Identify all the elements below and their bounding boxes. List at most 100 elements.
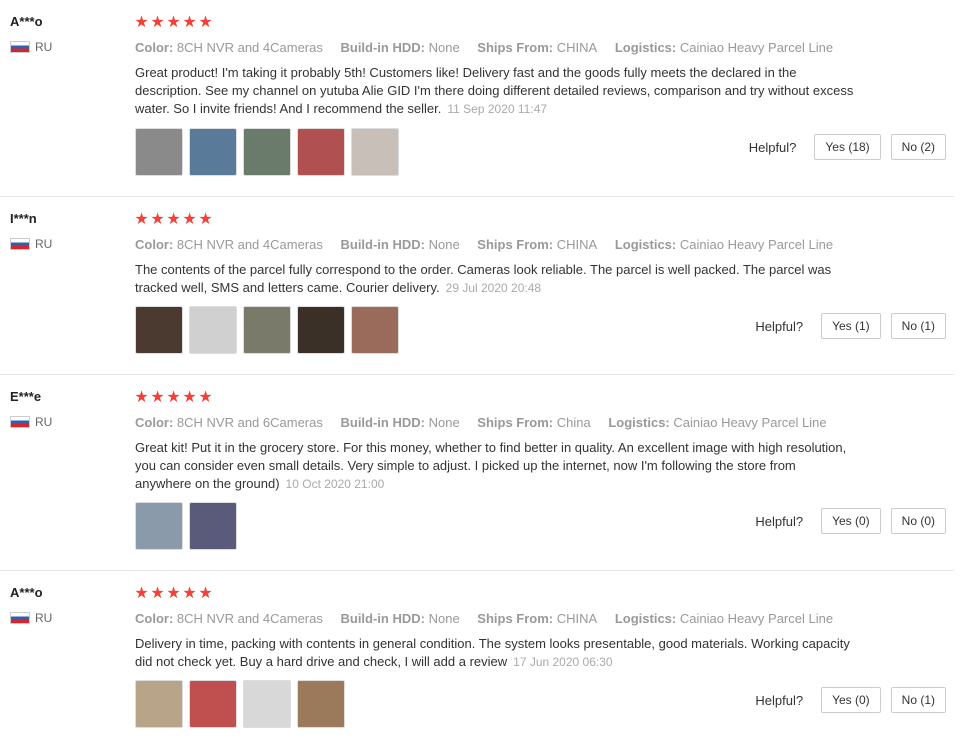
- star-icon: ★: [182, 14, 198, 31]
- helpful-no-button[interactable]: No (2): [890, 134, 946, 160]
- helpful-yes-button[interactable]: Yes (0): [821, 508, 881, 534]
- reviewer-name: A***o: [10, 14, 43, 29]
- review-body: Great kit! Put it in the grocery store. …: [135, 440, 847, 491]
- helpful-label: Helpful?: [755, 692, 804, 708]
- review-photo-thumbnail[interactable]: [243, 306, 291, 354]
- helpful-no-button[interactable]: No (1): [890, 313, 946, 339]
- star-icon: ★: [198, 14, 214, 31]
- reviewer-country: RU: [10, 237, 52, 251]
- star-icon: ★: [134, 585, 150, 602]
- star-icon: ★: [166, 585, 182, 602]
- star-icon: ★: [150, 211, 166, 228]
- review-photo-thumbnail[interactable]: [297, 306, 345, 354]
- country-code: RU: [35, 611, 53, 625]
- review-item: I***n RU ★ ★ ★ ★ ★ Color: 8CH NVR and 4C…: [0, 197, 954, 375]
- reviewer-name: E***e: [10, 389, 42, 404]
- attr-label: Ships From:: [477, 40, 554, 55]
- star-icon: ★: [198, 389, 214, 406]
- review-photo-thumbnail[interactable]: [297, 680, 345, 728]
- review-text: Great kit! Put it in the grocery store. …: [135, 439, 855, 493]
- attr-value: None: [428, 415, 460, 430]
- attr-label: Logistics:: [614, 237, 677, 252]
- attr-label: Color:: [135, 40, 174, 55]
- helpful-vote: Helpful? Yes (0) No (1): [755, 687, 946, 713]
- attr-label: Build-in HDD:: [340, 40, 425, 55]
- star-icon: ★: [182, 585, 198, 602]
- product-attributes: Color: 8CH NVR and 4Cameras Build-in HDD…: [135, 611, 847, 626]
- attr-label: Build-in HDD:: [340, 611, 425, 626]
- review-photo-thumbnail[interactable]: [189, 128, 237, 176]
- review-photos: [135, 502, 237, 550]
- review-photo-thumbnail[interactable]: [135, 680, 183, 728]
- product-attributes: Color: 8CH NVR and 4Cameras Build-in HDD…: [135, 237, 847, 252]
- star-icon: ★: [150, 389, 166, 406]
- attr-label: Color:: [135, 611, 174, 626]
- star-icon: ★: [166, 211, 182, 228]
- helpful-vote: Helpful? Yes (1) No (1): [755, 313, 946, 339]
- review-photo-thumbnail[interactable]: [243, 128, 291, 176]
- star-icon: ★: [134, 14, 150, 31]
- star-rating: ★ ★ ★ ★ ★: [134, 209, 214, 229]
- reviewer-country: RU: [10, 40, 52, 54]
- review-photo-thumbnail[interactable]: [243, 680, 291, 728]
- star-icon: ★: [150, 585, 166, 602]
- reviewer-country: RU: [10, 611, 52, 625]
- country-code: RU: [35, 237, 53, 251]
- helpful-vote: Helpful? Yes (0) No (0): [755, 508, 946, 534]
- attr-label: Logistics:: [614, 40, 677, 55]
- review-photo-thumbnail[interactable]: [351, 306, 399, 354]
- review-date: 29 Jul 2020 20:48: [445, 281, 542, 295]
- attr-value: CHINA: [556, 611, 598, 626]
- helpful-yes-button[interactable]: Yes (1): [821, 313, 881, 339]
- helpful-no-button[interactable]: No (1): [890, 687, 946, 713]
- star-icon: ★: [182, 211, 198, 228]
- attr-value: None: [428, 611, 460, 626]
- attr-label: Ships From:: [477, 415, 554, 430]
- reviewer-country: RU: [10, 415, 52, 429]
- review-photo-thumbnail[interactable]: [135, 502, 183, 550]
- star-rating: ★ ★ ★ ★ ★: [134, 583, 214, 603]
- attr-value: China: [556, 415, 591, 430]
- attr-label: Color:: [135, 415, 174, 430]
- review-photo-thumbnail[interactable]: [189, 680, 237, 728]
- helpful-yes-button[interactable]: Yes (18): [814, 134, 881, 160]
- attr-value: Cainiao Heavy Parcel Line: [679, 237, 834, 252]
- star-icon: ★: [166, 14, 182, 31]
- attr-label: Ships From:: [477, 611, 554, 626]
- attr-label: Logistics:: [608, 415, 670, 430]
- review-item: A***o RU ★ ★ ★ ★ ★ Color: 8CH NVR and 4C…: [0, 0, 954, 197]
- review-photo-thumbnail[interactable]: [189, 306, 237, 354]
- attr-value: 8CH NVR and 4Cameras: [176, 40, 323, 55]
- star-rating: ★ ★ ★ ★ ★: [134, 387, 214, 407]
- star-icon: ★: [198, 211, 214, 228]
- attr-value: Cainiao Heavy Parcel Line: [673, 415, 827, 430]
- star-rating: ★ ★ ★ ★ ★: [134, 12, 214, 32]
- review-photo-thumbnail[interactable]: [135, 306, 183, 354]
- reviewer-name: A***o: [10, 585, 43, 600]
- russia-flag-icon: [10, 612, 30, 624]
- review-photo-thumbnail[interactable]: [189, 502, 237, 550]
- russia-flag-icon: [10, 416, 30, 428]
- attr-value: None: [428, 40, 460, 55]
- helpful-label: Helpful?: [748, 139, 797, 155]
- star-icon: ★: [150, 14, 166, 31]
- attr-value: Cainiao Heavy Parcel Line: [679, 611, 834, 626]
- attr-label: Build-in HDD:: [340, 415, 425, 430]
- product-attributes: Color: 8CH NVR and 4Cameras Build-in HDD…: [135, 40, 847, 55]
- review-photo-thumbnail[interactable]: [135, 128, 183, 176]
- helpful-yes-button[interactable]: Yes (0): [821, 687, 881, 713]
- review-photos: [135, 306, 399, 354]
- attr-value: CHINA: [556, 40, 598, 55]
- helpful-no-button[interactable]: No (0): [890, 508, 946, 534]
- attr-label: Build-in HDD:: [340, 237, 425, 252]
- review-photo-thumbnail[interactable]: [351, 128, 399, 176]
- attr-value: Cainiao Heavy Parcel Line: [679, 40, 834, 55]
- attr-value: 8CH NVR and 4Cameras: [176, 611, 323, 626]
- review-text: The contents of the parcel fully corresp…: [135, 261, 855, 297]
- attr-label: Logistics:: [614, 611, 677, 626]
- review-photos: [135, 128, 399, 176]
- star-icon: ★: [134, 211, 150, 228]
- review-item: E***e RU ★ ★ ★ ★ ★ Color: 8CH NVR and 6C…: [0, 375, 954, 571]
- helpful-label: Helpful?: [755, 318, 804, 334]
- review-photo-thumbnail[interactable]: [297, 128, 345, 176]
